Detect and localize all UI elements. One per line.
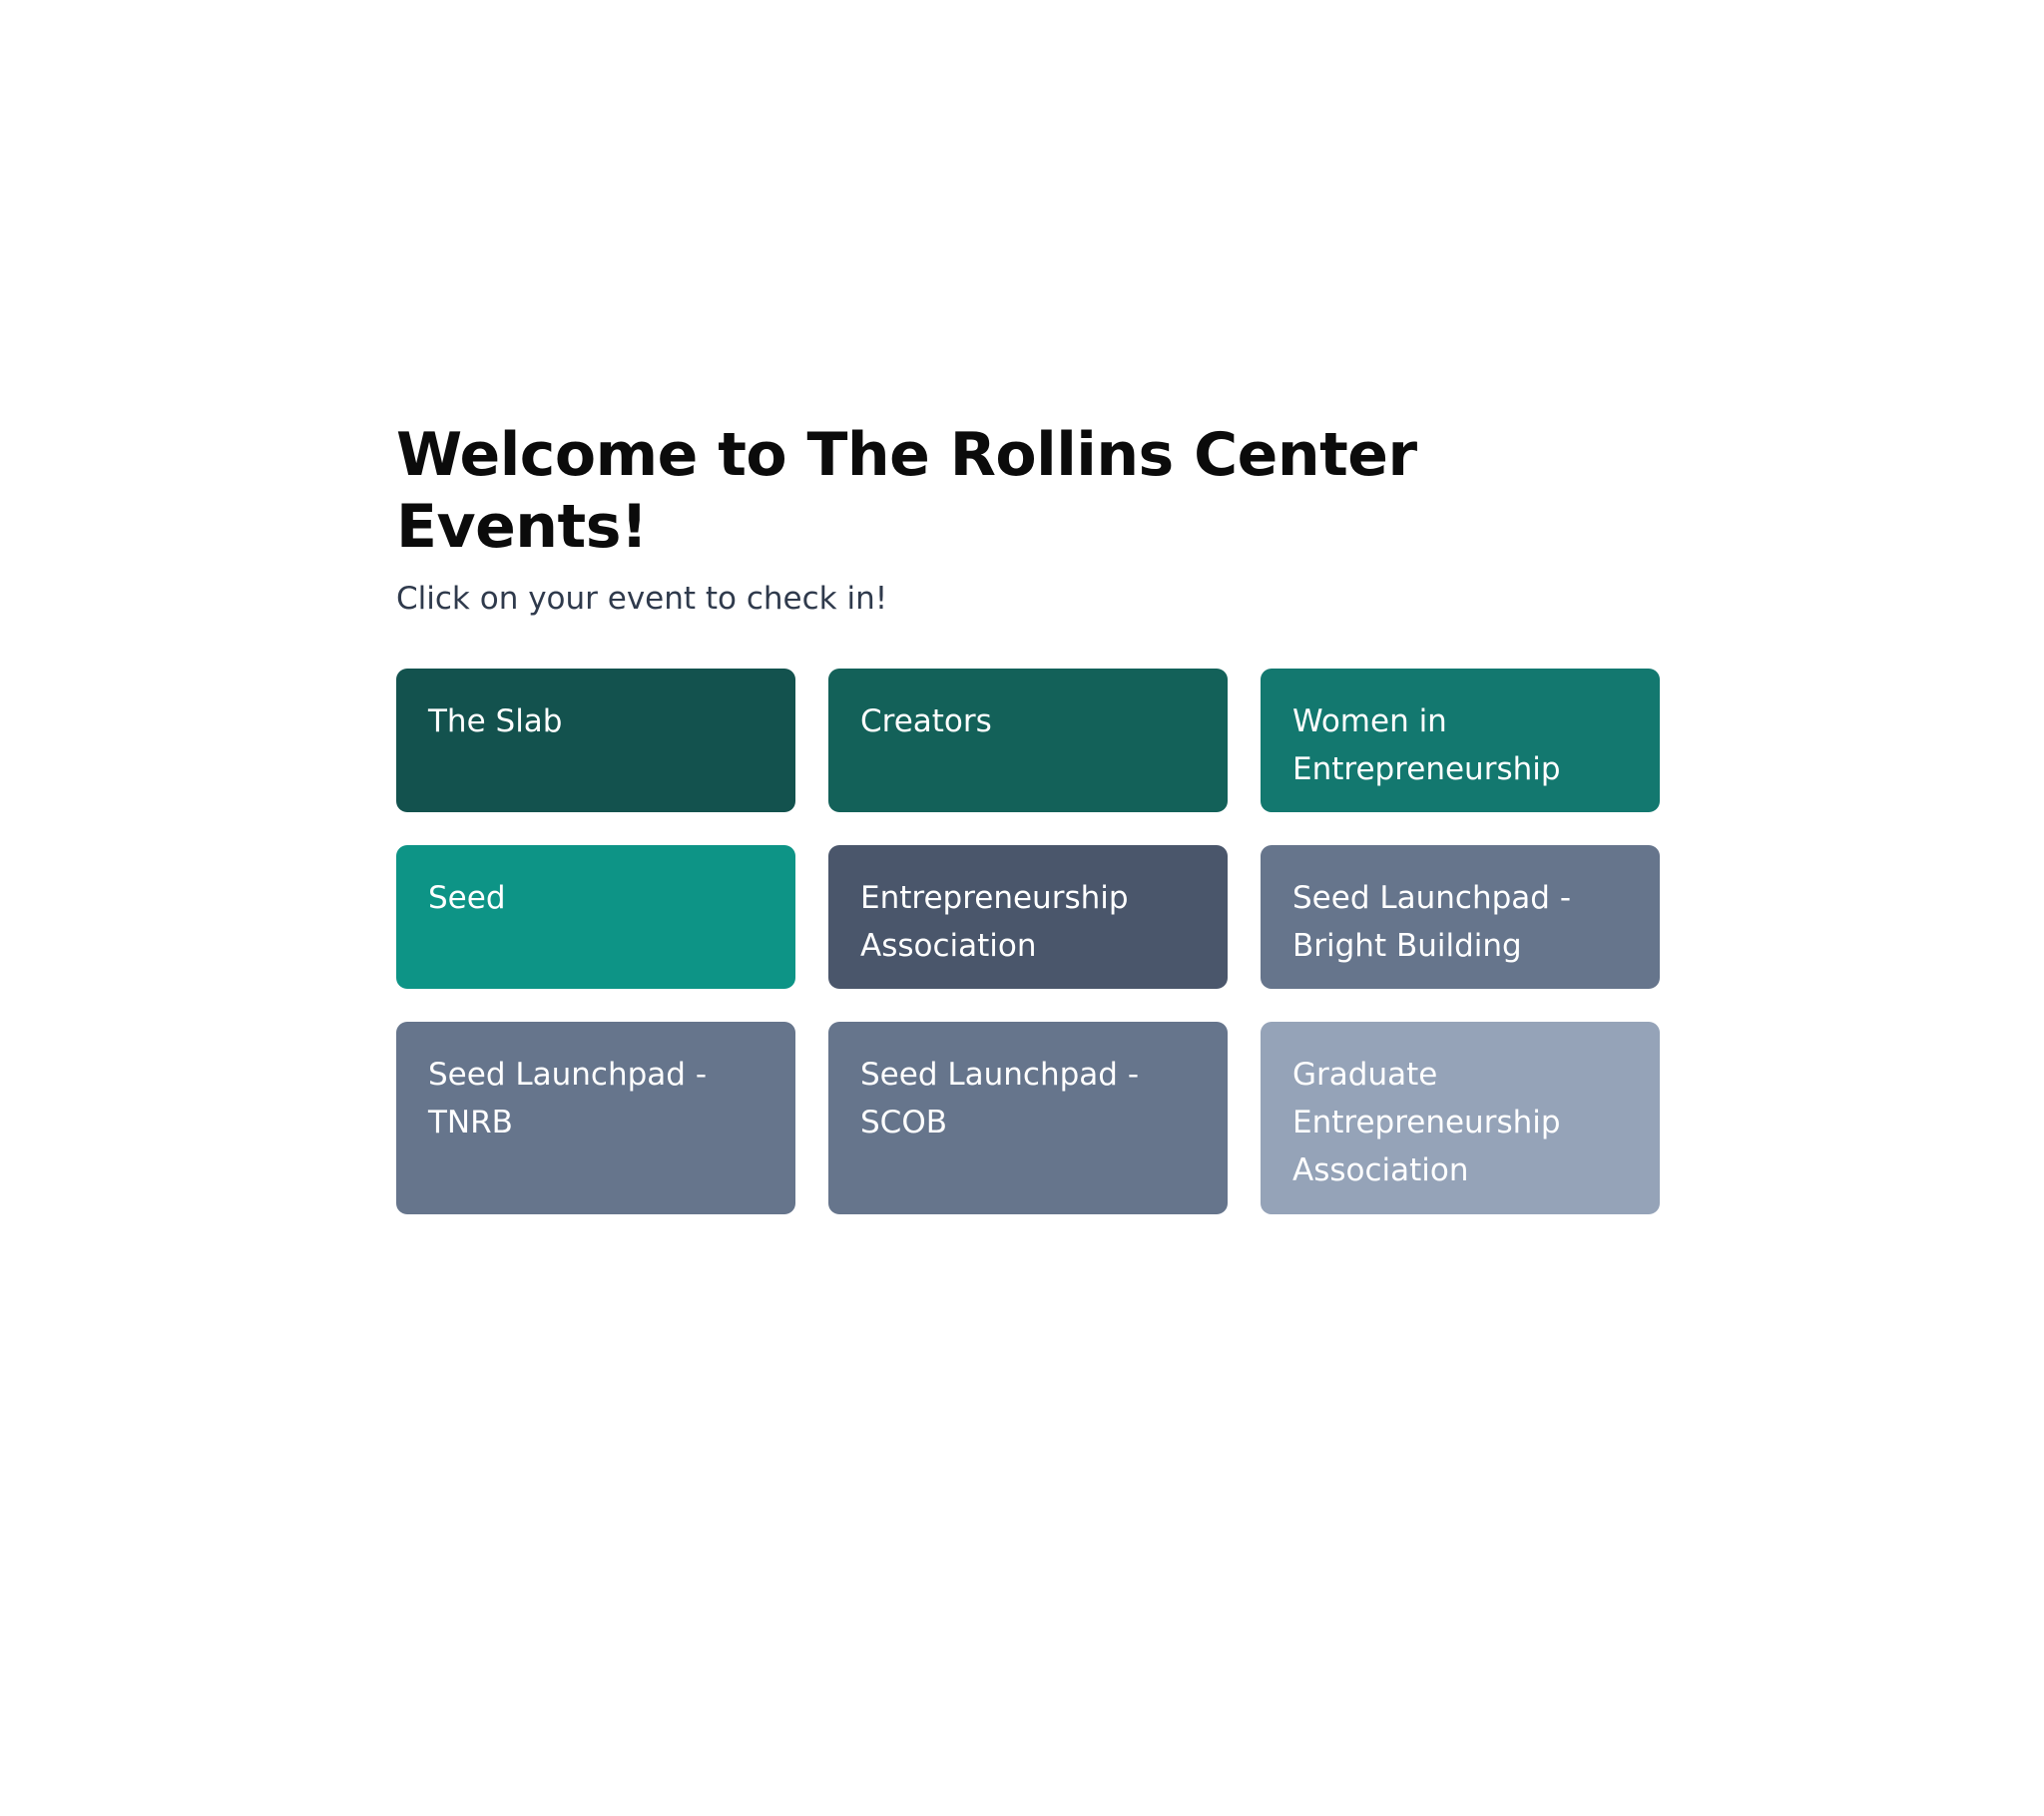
event-card-label: The Slab [428, 703, 563, 739]
event-card-seed-launchpad-scob[interactable]: Seed Launchpad - SCOB [828, 1022, 1228, 1214]
event-card-label: Women in Entrepreneurship [1292, 703, 1561, 787]
event-card-label: Graduate Entrepreneurship Association [1292, 1057, 1561, 1188]
page-title: Welcome to The Rollins Center Events! [396, 420, 1417, 562]
event-grid: The Slab Creators Women in Entrepreneurs… [396, 669, 1660, 1214]
page-subtitle: Click on your event to check in! [396, 581, 888, 617]
event-card-label: Entrepreneurship Association [860, 880, 1129, 964]
event-card-label: Creators [860, 703, 992, 739]
main-content: Welcome to The Rollins Center Events! Cl… [396, 419, 1660, 1214]
event-card-entrepreneurship-association[interactable]: Entrepreneurship Association [828, 845, 1228, 989]
event-card-seed-launchpad-tnrb[interactable]: Seed Launchpad - TNRB [396, 1022, 795, 1214]
event-card-graduate-entrepreneurship-association[interactable]: Graduate Entrepreneurship Association [1261, 1022, 1660, 1214]
event-card-creators[interactable]: Creators [828, 669, 1228, 812]
event-card-label: Seed Launchpad - TNRB [428, 1057, 707, 1140]
event-card-label: Seed [428, 880, 506, 916]
event-card-label: Seed Launchpad - SCOB [860, 1057, 1139, 1140]
event-card-seed-launchpad-bright-building[interactable]: Seed Launchpad - Bright Building [1261, 845, 1660, 989]
event-card-women-in-entrepreneurship[interactable]: Women in Entrepreneurship [1261, 669, 1660, 812]
event-card-the-slab[interactable]: The Slab [396, 669, 795, 812]
event-card-seed[interactable]: Seed [396, 845, 795, 989]
event-card-label: Seed Launchpad - Bright Building [1292, 880, 1571, 964]
